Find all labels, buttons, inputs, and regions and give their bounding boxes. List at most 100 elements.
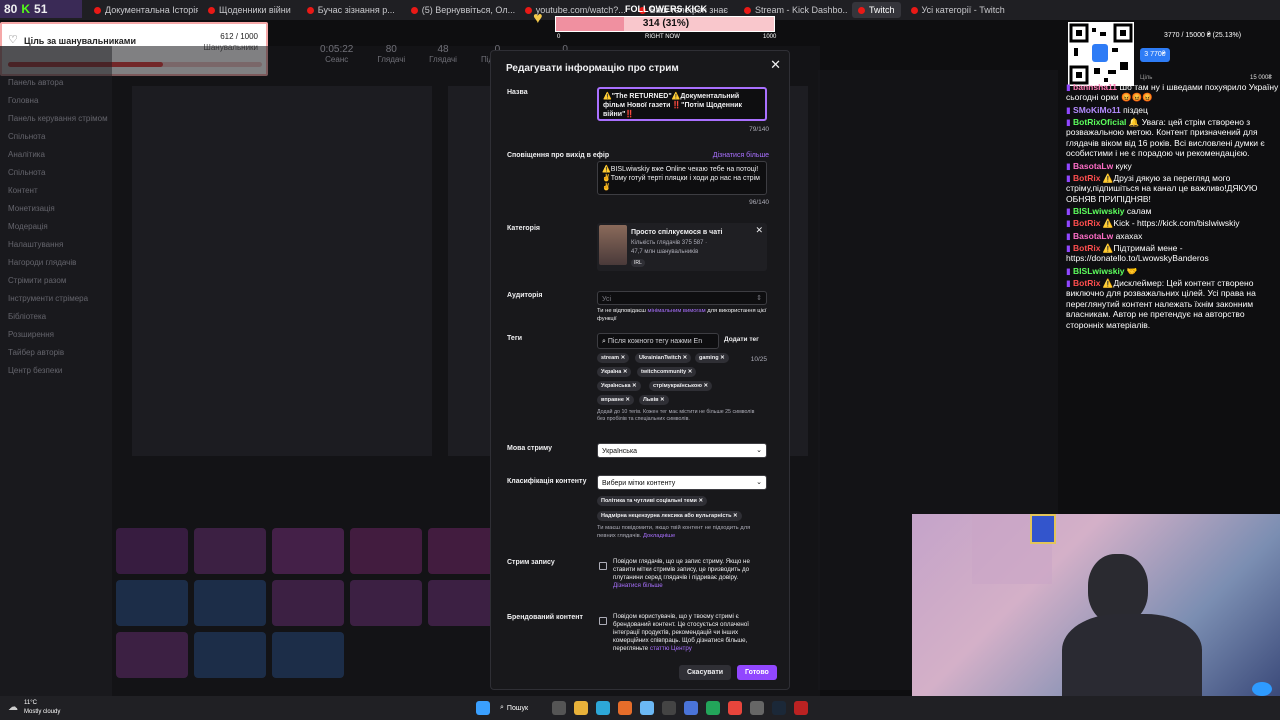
chat-username[interactable]: SMoKiMo11 xyxy=(1073,105,1121,115)
sidebar-item[interactable]: Спільнота xyxy=(8,168,45,177)
chat-username[interactable]: BotRix xyxy=(1073,173,1100,183)
notify-learn-more-link[interactable]: Дізнатися більше xyxy=(713,152,769,159)
remove-tag-icon[interactable]: ✕ xyxy=(619,355,626,361)
browser-tab[interactable]: Щоденники війни xyxy=(202,2,297,18)
firefox-icon[interactable] xyxy=(618,701,632,715)
sidebar-item[interactable]: Нагороди глядачів xyxy=(8,258,76,267)
sidebar-item[interactable]: Контент xyxy=(8,186,38,195)
file-explorer-icon[interactable] xyxy=(574,701,588,715)
chat-username[interactable]: BISLwiwskiy xyxy=(1073,206,1125,216)
language-select[interactable]: Українська ⌄ xyxy=(597,443,767,458)
remove-tag-icon[interactable]: ✕ xyxy=(686,369,693,375)
stream-tag[interactable]: стрімукраїнською ✕ xyxy=(649,381,713,391)
remove-tag-icon[interactable]: ✕ xyxy=(702,383,708,389)
obs-icon[interactable] xyxy=(662,701,676,715)
cancel-button[interactable]: Скасувати xyxy=(679,665,732,680)
sidebar-item[interactable]: Аналітика xyxy=(8,150,45,159)
stream-tag[interactable]: Львів ✕ xyxy=(639,395,669,405)
classification-tag[interactable]: Надмірна нецензурна лексика або вульгарн… xyxy=(597,511,742,521)
stream-title-input[interactable]: ⚠️"The RETURNED"⚠️Документальний фільм Н… xyxy=(597,87,767,121)
chat-username[interactable]: bannsha11 xyxy=(1073,82,1117,92)
classification-link[interactable]: Докладніше xyxy=(643,533,675,539)
sidebar-item[interactable]: Стрімити разом xyxy=(8,276,66,285)
telegram-icon[interactable] xyxy=(640,701,654,715)
sidebar-item[interactable]: Панель автора xyxy=(8,78,63,87)
settings-icon[interactable] xyxy=(750,701,764,715)
rerun-learn-more-link[interactable]: Дізнатися більше xyxy=(613,582,663,589)
tags-input[interactable]: ⌕ Після кожного тегу нажми En xyxy=(597,333,719,349)
remove-tag-icon[interactable]: ✕ xyxy=(631,383,637,389)
chrome-icon[interactable] xyxy=(728,701,742,715)
stat-value: 48 xyxy=(437,44,449,55)
remove-tag-icon[interactable]: ✕ xyxy=(659,397,665,403)
chat-username[interactable]: BotRix xyxy=(1073,278,1100,288)
stream-tag[interactable]: twitchcommunity ✕ xyxy=(637,367,697,377)
quick-action-tile[interactable] xyxy=(350,528,422,574)
chat-username[interactable]: BasotaLw xyxy=(1073,231,1113,241)
quick-action-tile[interactable] xyxy=(272,580,344,626)
notification-input[interactable]: ⚠️BISLwiwskiy вже Online чекаю тебе на п… xyxy=(597,161,767,195)
stream-tag[interactable]: gaming ✕ xyxy=(695,353,729,363)
classification-select[interactable]: Вибери мітки контенту ⌄ xyxy=(597,475,767,490)
chat-username[interactable]: BISLwiwskiy xyxy=(1073,266,1125,276)
quick-action-tile[interactable] xyxy=(194,632,266,678)
quick-action-tile[interactable] xyxy=(116,528,188,574)
start-icon[interactable] xyxy=(476,701,490,715)
sidebar-item[interactable]: Налаштування xyxy=(8,240,63,249)
sidebar-item[interactable]: Модерація xyxy=(8,222,48,231)
stream-tag[interactable]: UkrainianTwitch ✕ xyxy=(635,353,692,363)
browser-tab[interactable]: Документальна Історія xyxy=(88,2,198,18)
quick-action-tile[interactable] xyxy=(272,528,344,574)
audience-select[interactable]: Усі ⇕ xyxy=(597,291,767,305)
chat-username[interactable]: BotRixOficial xyxy=(1073,117,1126,127)
stream-tag[interactable]: Українська ✕ xyxy=(597,381,641,391)
sidebar-item[interactable]: Панель керування стрімом xyxy=(8,114,108,123)
chat-username[interactable]: BotRix xyxy=(1073,218,1100,228)
category-box-art xyxy=(599,225,627,265)
sidebar-item[interactable]: Тайбер авторів xyxy=(8,348,64,357)
remove-tag-icon[interactable]: ✕ xyxy=(621,369,628,375)
quick-action-tile[interactable] xyxy=(350,580,422,626)
app-icon[interactable] xyxy=(706,701,720,715)
browser-tab[interactable]: Twitch xyxy=(852,2,901,18)
sidebar-item[interactable]: Монетизація xyxy=(8,204,55,213)
remove-tag-icon[interactable]: ✕ xyxy=(719,355,725,361)
quick-action-tile[interactable] xyxy=(116,632,188,678)
browser-tab[interactable]: (5) Вернуввіться, Ол... xyxy=(405,2,515,18)
remove-category-icon[interactable]: ✕ xyxy=(755,225,763,236)
quick-action-tile[interactable] xyxy=(116,580,188,626)
task-view-icon[interactable] xyxy=(552,701,566,715)
sidebar-item[interactable]: Розширення xyxy=(8,330,54,339)
sidebar-item[interactable]: Головна xyxy=(8,96,38,105)
add-tag-button[interactable]: Додати тег xyxy=(721,333,762,346)
quick-action-tile[interactable] xyxy=(194,528,266,574)
sidebar-item[interactable]: Бібліотека xyxy=(8,312,46,321)
stream-tag[interactable]: вправне ✕ xyxy=(597,395,635,405)
quick-action-tile[interactable] xyxy=(194,580,266,626)
app-icon[interactable] xyxy=(794,701,808,715)
stream-tag[interactable]: Україна ✕ xyxy=(597,367,632,377)
close-icon[interactable]: ✕ xyxy=(770,57,781,73)
rerun-checkbox[interactable] xyxy=(599,562,607,570)
sidebar-item[interactable]: Спільнота xyxy=(8,132,45,141)
category-card[interactable]: Просто спілкуємося в чаті Кількість гляд… xyxy=(597,223,767,271)
audience-note-link[interactable]: мінімальним вимогам xyxy=(648,308,706,314)
quick-action-tile[interactable] xyxy=(272,632,344,678)
taskbar-search[interactable]: ⌕ Пошук xyxy=(500,701,542,715)
edge-icon[interactable] xyxy=(596,701,610,715)
browser-tab[interactable]: Бучас зізнання р... xyxy=(301,2,401,18)
sidebar-item[interactable]: Центр безпеки xyxy=(8,366,62,375)
branded-link[interactable]: статтю Центру xyxy=(650,645,692,652)
chat-username[interactable]: BasotaLw xyxy=(1073,161,1113,171)
classification-tag[interactable]: Політика та чутливі соціальні теми ✕ xyxy=(597,496,708,506)
remove-tag-icon[interactable]: ✕ xyxy=(624,397,630,403)
sidebar-item[interactable]: Інструменти стрімера xyxy=(8,294,88,303)
app-icon[interactable] xyxy=(684,701,698,715)
stream-tag[interactable]: stream ✕ xyxy=(597,353,630,363)
branded-checkbox[interactable] xyxy=(599,617,607,625)
steam-icon[interactable] xyxy=(772,701,786,715)
browser-tab[interactable]: Усі категорії - Twitch xyxy=(905,2,1011,18)
done-button[interactable]: Готово xyxy=(737,665,777,680)
remove-tag-icon[interactable]: ✕ xyxy=(681,355,688,361)
chat-username[interactable]: BotRix xyxy=(1073,243,1100,253)
